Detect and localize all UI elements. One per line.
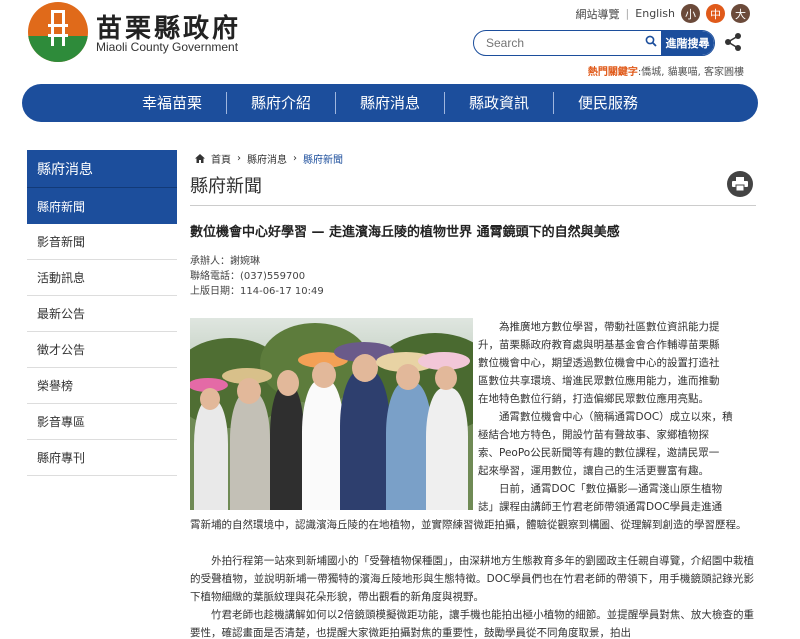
main-nav: 幸福苗栗 縣府介紹 縣府消息 縣政資訊 便民服務 [22,84,758,122]
article-phone: 聯絡電話：(037)559700 [190,271,306,282]
advanced-search-button[interactable]: 進階搜尋 [661,31,714,55]
font-size-small-button[interactable]: 小 [681,4,700,23]
article-organizer: 承辦人：謝婉琳 [190,256,260,267]
text-line: 通霄數位機會中心（簡稱通霄DOC）成立以來，積 [478,411,733,423]
sitemap-link[interactable]: 網站導覽 [576,6,620,22]
chevron-right-icon: › [293,153,297,164]
print-icon [732,177,748,191]
text-line: 極結合地方特色，開設竹苗有聲故事、家鄉植物探 [478,429,709,441]
text-line: 為推廣地方數位學習，帶動社區數位資訊能力提 [478,321,720,333]
nav-item-government-news[interactable]: 縣府消息 [336,92,445,114]
article-meta: 承辦人：謝婉琳 聯絡電話：(037)559700 上版日期：114-06-17 … [190,254,324,299]
sidebar-title: 縣府消息 [27,150,177,188]
breadcrumb-current[interactable]: 縣府新聞 [303,151,343,166]
hot-keywords-list[interactable]: :僑城, 貓裏喵, 客家圓樓 [638,67,744,78]
text-line: 升，苗栗縣政府教育處與明基基金會合作輔導苗栗縣 [478,339,720,351]
print-button[interactable] [727,171,753,197]
breadcrumb: 首頁 › 縣府消息 › 縣府新聞 [195,151,343,166]
home-icon[interactable] [195,154,205,163]
sidebar-item-events[interactable]: 活動訊息 [27,260,177,296]
article-date: 上版日期：114-06-17 10:49 [190,286,324,297]
separator: | [625,7,630,20]
english-link[interactable]: English [635,7,675,20]
nav-item-public-service[interactable]: 便民服務 [554,92,662,114]
font-size-medium-button[interactable]: 中 [706,4,725,23]
text-line: 區數位共享環境、增進民眾數位應用能力，進而推動 [478,375,720,387]
hot-keywords: 熱門關鍵字:僑城, 貓裏喵, 客家圓樓 [588,63,744,78]
search-icon[interactable] [641,35,661,51]
title-divider [190,205,756,206]
search-input[interactable] [474,36,641,50]
brand-name-en: Miaoli County Government [96,40,239,54]
article-paragraph-3: 竹君老師也趁機講解如何以2倍鏡頭模擬微距功能，讓手機也能拍出極小植物的細節。並提… [190,609,754,639]
text-line: 數位機會中心，期望透過數位機會中心的設置打造社 [478,357,720,369]
sidebar-item-recruitment[interactable]: 徵才公告 [27,332,177,368]
font-size-large-button[interactable]: 大 [731,4,750,23]
breadcrumb-home[interactable]: 首頁 [211,151,231,166]
hot-keywords-label: 熱門關鍵字 [587,67,638,78]
article-paragraph-2: 外拍行程第一站來到新埔國小的「受聲植物保種園」，由深耕地方生態教育多年的劉國政主… [190,555,754,603]
article-title: 數位機會中心好學習 — 走進濱海丘陵的植物世界 通霄鏡頭下的自然與美感 [190,225,620,240]
chevron-right-icon: › [237,153,241,164]
text-line: 起來學習，運用數位，讓自己的生活更豐富有趣。 [478,465,709,477]
sidebar-item-video-zone[interactable]: 影音專區 [27,404,177,440]
share-icon[interactable] [723,32,743,52]
article-paragraph-1: 為推廣地方數位學習，帶動社區數位資訊能力提 升，苗栗縣政府教育處與明基基金會合作… [478,318,754,516]
sidebar-item-video-news[interactable]: 影音新聞 [27,224,177,260]
article-photo [190,318,473,510]
top-links: 網站導覽 | English 小 中 大 [576,4,750,23]
search-box: 進階搜尋 [473,30,715,56]
breadcrumb-news[interactable]: 縣府消息 [247,151,287,166]
sidebar-item-publications[interactable]: 縣府專刊 [27,440,177,476]
nav-item-happy-miaoli[interactable]: 幸福苗栗 [118,92,227,114]
county-logo[interactable] [28,2,88,62]
article-paragraph-1-continued: 霄新埔的自然環境中，認識濱海丘陵的在地植物，並實際練習微距拍攝，體驗從觀察到構圖… [190,519,747,531]
nav-item-government-info[interactable]: 縣政資訊 [445,92,555,114]
text-line: 在地特色數位行銷，打造偏鄉民眾數位應用亮點。 [478,393,709,405]
sidebar-item-announcements[interactable]: 最新公告 [27,296,177,332]
nav-item-government-intro[interactable]: 縣府介紹 [227,92,336,114]
sidebar-item-honors[interactable]: 榮譽榜 [27,368,177,404]
text-line: 日前，通霄DOC「數位攝影—通霄淺山原生植物 [478,483,723,495]
sidebar-item-county-news[interactable]: 縣府新聞 [27,188,177,224]
text-line: 索、PeoPo公民新聞等有趣的數位課程，邀請民眾一 [478,447,720,459]
text-line: 誌」課程由講師王竹君老師帶領通霄DOC學員走進通 [478,501,723,513]
page-title: 縣府新聞 [190,176,262,197]
sidebar: 縣府消息 縣府新聞 影音新聞 活動訊息 最新公告 徵才公告 榮譽榜 影音專區 縣… [27,150,177,476]
